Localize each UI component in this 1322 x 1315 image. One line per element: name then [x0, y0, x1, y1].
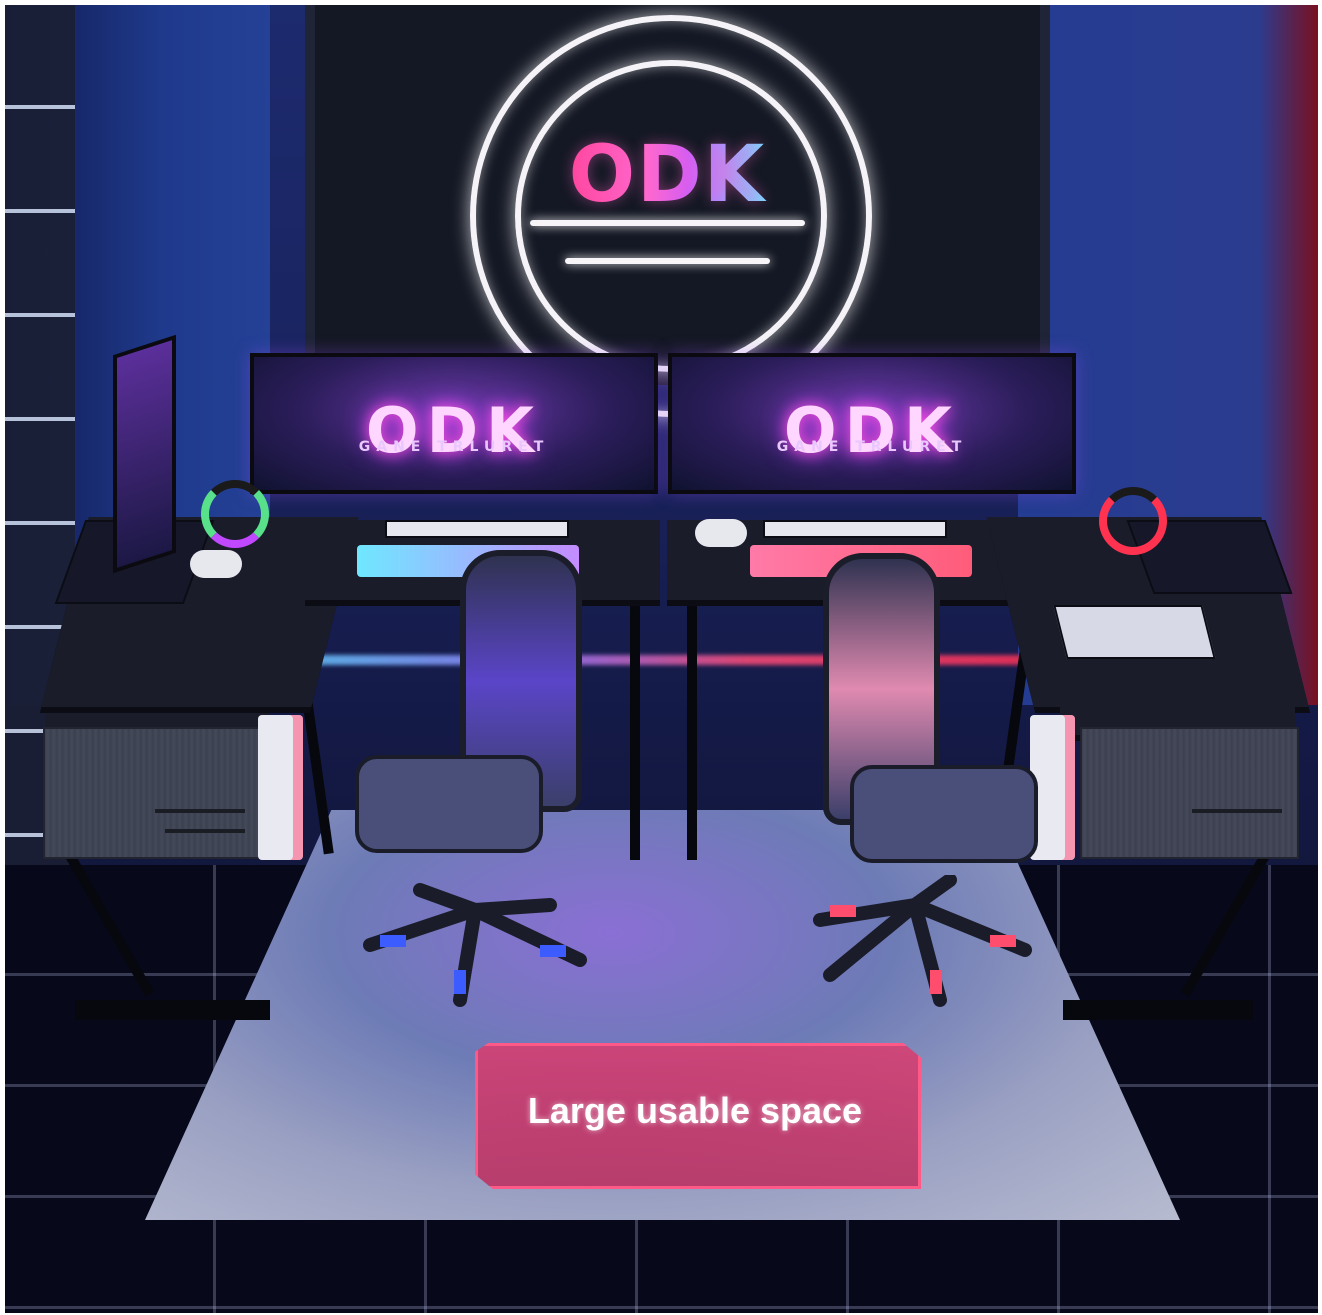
desk-leg — [630, 585, 640, 860]
desk-leg — [687, 585, 697, 860]
side-monitor — [113, 334, 176, 574]
neon-bar-bottom — [565, 258, 770, 264]
console-box — [1053, 605, 1216, 659]
storage-bag-pocket — [165, 829, 245, 833]
headset-left-icon — [201, 480, 269, 548]
neon-bar-top — [530, 220, 805, 226]
monitor-right-logo: ODK — [783, 394, 961, 468]
desk-foot — [1063, 1000, 1253, 1020]
storage-bag-right — [1080, 727, 1299, 859]
gaming-chair-right-seat — [850, 765, 1038, 863]
wall-logo: ODK — [565, 130, 770, 220]
desk-foot — [75, 1000, 270, 1020]
gaming-chair-left-base — [360, 880, 590, 1010]
storage-bag-pocket — [155, 809, 245, 813]
product-photo: ODK ODK GANE TRLURET ODK GANE TRLURET La… — [5, 5, 1318, 1313]
gaming-chair-right-base — [810, 873, 1040, 1010]
pc-tower-left — [258, 715, 303, 860]
headset-right-icon — [1099, 487, 1167, 555]
game-controller-left-icon — [190, 550, 242, 578]
storage-bag-left — [43, 727, 262, 859]
gaming-chair-left-seat — [355, 755, 543, 853]
monitor-right-tagline: GANE TRLURET — [776, 439, 968, 456]
gaming-chair-left-base-icon — [363, 883, 587, 1007]
led-light-strip — [265, 655, 1065, 665]
monitor-right: ODK GANE TRLURET — [668, 353, 1076, 494]
monitor-riser-center-right — [763, 520, 947, 538]
monitor-riser-center-left — [385, 520, 569, 538]
storage-bag-pocket — [1192, 809, 1282, 813]
monitor-left-tagline: GANE TRLURET — [358, 439, 550, 456]
monitor-left: ODK GANE TRLURET — [250, 353, 658, 494]
game-controller-right-icon — [695, 519, 747, 547]
monitor-left-logo: ODK — [365, 394, 543, 468]
feature-callout-label: Large usable space — [527, 1090, 863, 1131]
gaming-chair-right-base-icon — [813, 873, 1032, 1007]
